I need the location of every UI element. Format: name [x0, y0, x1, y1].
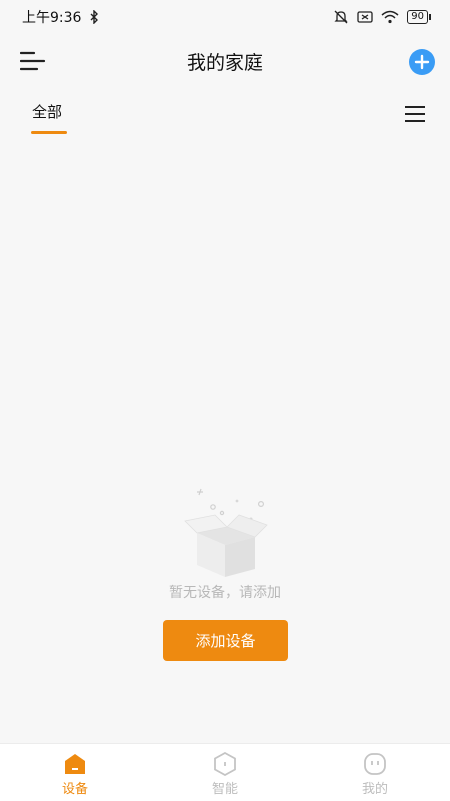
- empty-box-icon: [184, 488, 268, 577]
- home-icon: [65, 754, 85, 774]
- app-header: 我的家庭: [0, 34, 450, 88]
- drawer-menu-icon[interactable]: [20, 49, 46, 73]
- empty-message: 暂无设备，请添加: [169, 585, 281, 601]
- nav-tab-mine[interactable]: 我的: [300, 744, 450, 801]
- wifi-icon: [381, 10, 399, 24]
- plus-icon: [414, 54, 430, 70]
- status-left: 上午9:36: [22, 7, 99, 27]
- status-bar: 上午9:36 90: [0, 0, 450, 34]
- empty-state: 暂无设备，请添加: [0, 485, 450, 602]
- list-menu-icon[interactable]: [404, 105, 426, 123]
- status-right: 90: [333, 9, 431, 25]
- add-icon-button[interactable]: [409, 49, 435, 75]
- bluetooth-icon: [90, 10, 99, 24]
- tab-all[interactable]: 全部: [32, 101, 62, 122]
- face-icon: [364, 753, 386, 775]
- nav-tab-devices-label: 设备: [61, 782, 88, 797]
- nav-tab-devices[interactable]: 设备: [0, 744, 150, 801]
- mute-icon: [334, 10, 348, 24]
- room-tabs: 全部: [0, 95, 450, 139]
- add-device-button[interactable]: 添加设备: [163, 620, 288, 661]
- battery-icon: 90: [407, 10, 431, 24]
- sim-icon: [357, 11, 373, 23]
- nav-tab-smart[interactable]: 智能: [150, 744, 300, 801]
- tab-active-indicator: [31, 131, 67, 134]
- nav-tab-mine-label: 我的: [361, 782, 388, 797]
- hexagon-icon: [214, 752, 236, 776]
- nav-tab-smart-label: 智能: [211, 782, 238, 797]
- bottom-nav: 设备 智能 我的: [0, 743, 450, 801]
- page-title: 我的家庭: [186, 51, 263, 74]
- status-time: 上午9:36: [22, 10, 82, 26]
